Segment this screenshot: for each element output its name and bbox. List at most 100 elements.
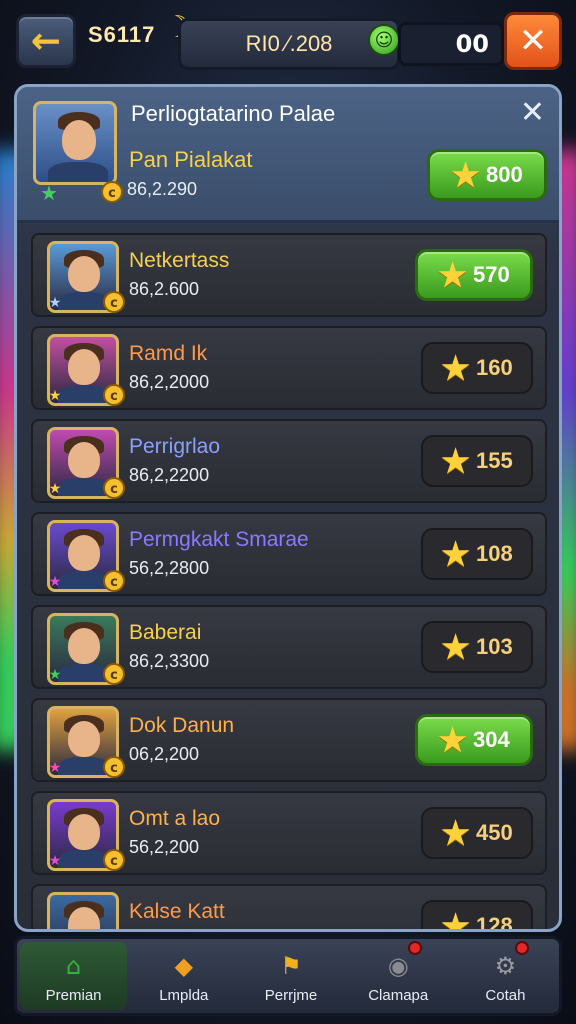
star-icon: ★ xyxy=(441,536,470,572)
star-icon: ★ xyxy=(441,629,470,665)
coin-badge-icon: c xyxy=(103,384,125,406)
list-item[interactable]: ★ c Ramd Ik 86,2,2000 ★ 160 xyxy=(31,326,547,410)
nav-item-0[interactable]: ⌂ Premian xyxy=(20,942,128,1010)
score-button[interactable]: ★ 304 xyxy=(415,714,533,766)
notification-dot xyxy=(515,941,530,955)
player-name: Perrigrlao xyxy=(129,435,221,458)
player-name: Dok Danun xyxy=(129,714,235,737)
coin-badge-icon: c xyxy=(103,849,125,871)
star-icon: ★ xyxy=(438,722,467,758)
score-button[interactable]: ★ 160 xyxy=(421,342,533,394)
score-value: 570 xyxy=(472,262,510,287)
player-stat: 06,2,200 xyxy=(129,744,200,764)
panel-close-icon[interactable]: ✕ xyxy=(520,95,545,130)
score-value: 128 xyxy=(475,913,513,932)
flag-icon: ⚑ xyxy=(280,951,302,980)
star-badge-icon: ★ xyxy=(48,295,62,311)
home-icon: ⌂ xyxy=(65,951,82,980)
star-icon: ★ xyxy=(451,157,480,193)
star-badge-icon: ★ xyxy=(48,574,62,590)
leaderboard-panel: ★ c Perliogtatarino Palae ✕ Pan Pialakat… xyxy=(14,84,562,932)
avatar xyxy=(47,892,119,929)
score-value: 108 xyxy=(475,541,513,566)
close-x-icon: ✕ xyxy=(518,21,548,61)
score-value: 155 xyxy=(475,448,513,473)
score-button[interactable]: ★ 155 xyxy=(421,435,533,487)
close-button[interactable]: ✕ xyxy=(504,12,562,70)
featured-score-value: 800 xyxy=(485,162,523,187)
player-stat: 86,2.600 xyxy=(129,279,200,299)
player-name: Netkertass xyxy=(129,249,230,272)
gem-icon: ☺ xyxy=(368,24,400,56)
featured-player-name: Pan Pialakat xyxy=(129,147,253,172)
player-stat: 56,2,2800 xyxy=(129,558,210,578)
nav-label: Lmplda xyxy=(159,986,209,1004)
player-name: Omt a lao xyxy=(129,807,221,830)
coin-badge-icon: c xyxy=(103,570,125,592)
list-item[interactable]: ★ c Perrigrlao 86,2,2200 ★ 155 xyxy=(31,419,547,503)
green-star-badge-icon: ★ xyxy=(40,181,58,205)
list-item[interactable]: ★ c Dok Danun 06,2,200 ★ 304 xyxy=(31,698,547,782)
list-item[interactable]: ★ c Permgkakt Smarae 56,2,2800 ★ 108 xyxy=(31,512,547,596)
arrow-left-icon: ← xyxy=(30,20,62,62)
top-bar: ← S6117 ☽ RI0 ⁄.208 ☺ 00 ✕ xyxy=(14,10,562,70)
score-value: 450 xyxy=(475,820,513,845)
nav-label: Premian xyxy=(45,986,102,1004)
star-icon: ★ xyxy=(438,257,467,293)
player-stat: 86,2,2200 xyxy=(129,465,210,485)
coin-badge-icon: c xyxy=(103,756,125,778)
player-stat: 56,2,290 xyxy=(129,930,199,932)
list-item[interactable]: ★ c Netkertass 86,2.600 ★ 570 xyxy=(31,233,547,317)
star-badge-icon: ★ xyxy=(48,481,62,497)
back-button[interactable]: ← xyxy=(16,14,76,68)
coin-count: S6117 xyxy=(88,22,156,47)
featured-player-card[interactable]: ★ c Perliogtatarino Palae ✕ Pan Pialakat… xyxy=(17,87,559,223)
list-item[interactable]: ★ c Baberai 86,2,3300 ★ 103 xyxy=(31,605,547,689)
star-icon: ★ xyxy=(441,443,470,479)
nav-item-4[interactable]: ⚙ Cotah xyxy=(452,939,559,1013)
star-badge-icon: ★ xyxy=(48,667,62,683)
coin-badge-icon: c xyxy=(103,477,125,499)
player-stat: 86,2,2000 xyxy=(129,372,210,392)
score-button[interactable]: ★ 450 xyxy=(421,807,533,859)
coin-badge-icon: c xyxy=(103,663,125,685)
box-icon: ◆ xyxy=(174,951,194,980)
star-icon: ★ xyxy=(441,815,470,851)
bottom-navigation: ⌂ Premian ◆ Lmplda ⚑ Perrjme ◉ Clamapa ⚙… xyxy=(14,936,562,1016)
nav-item-2[interactable]: ⚑ Perrjme xyxy=(237,939,344,1013)
star-badge-icon: ★ xyxy=(48,853,62,869)
right-resource-value: 00 xyxy=(455,30,489,58)
notification-dot xyxy=(407,941,422,955)
player-stat: 86,2,3300 xyxy=(129,651,210,671)
panel-title: Perliogtatarino Palae xyxy=(131,101,336,126)
score-button[interactable]: ★ 108 xyxy=(421,528,533,580)
nav-item-3[interactable]: ◉ Clamapa xyxy=(345,939,452,1013)
list-item[interactable]: ★ c Omt a lao 56,2,200 ★ 450 xyxy=(31,791,547,875)
nav-label: Perrjme xyxy=(264,986,318,1004)
score-value: 304 xyxy=(472,727,510,752)
nav-label: Cotah xyxy=(485,986,526,1004)
player-stat: 56,2,200 xyxy=(129,837,200,857)
player-name: Baberai xyxy=(129,621,202,644)
star-badge-icon: ★ xyxy=(48,388,62,404)
player-name: Ramd Ik xyxy=(129,342,208,365)
player-name: Permgkakt Smarae xyxy=(129,528,309,551)
score-value: 103 xyxy=(475,634,513,659)
right-resource-pill: 00 xyxy=(398,22,504,66)
score-button[interactable]: ★ 128 xyxy=(421,900,533,932)
featured-score-button[interactable]: ★ 800 xyxy=(427,149,547,201)
score-button[interactable]: ★ 570 xyxy=(415,249,533,301)
featured-player-stat: 86,2.290 xyxy=(127,179,198,199)
score-value: 160 xyxy=(475,355,513,380)
coin-badge-icon: c xyxy=(101,181,123,203)
center-resource-bar: RI0 ⁄.208 xyxy=(178,18,400,70)
center-resource-value: RI0 ⁄.208 xyxy=(245,31,333,56)
coin-badge-icon: c xyxy=(103,291,125,313)
nav-label: Clamapa xyxy=(368,986,429,1004)
avatar xyxy=(33,101,117,185)
nav-item-1[interactable]: ◆ Lmplda xyxy=(130,939,237,1013)
score-button[interactable]: ★ 103 xyxy=(421,621,533,673)
player-name: Kalse Katt xyxy=(129,900,225,923)
list-item[interactable]: ★ c Kalse Katt 56,2,290 ★ 128 xyxy=(31,884,547,932)
star-badge-icon: ★ xyxy=(48,760,62,776)
